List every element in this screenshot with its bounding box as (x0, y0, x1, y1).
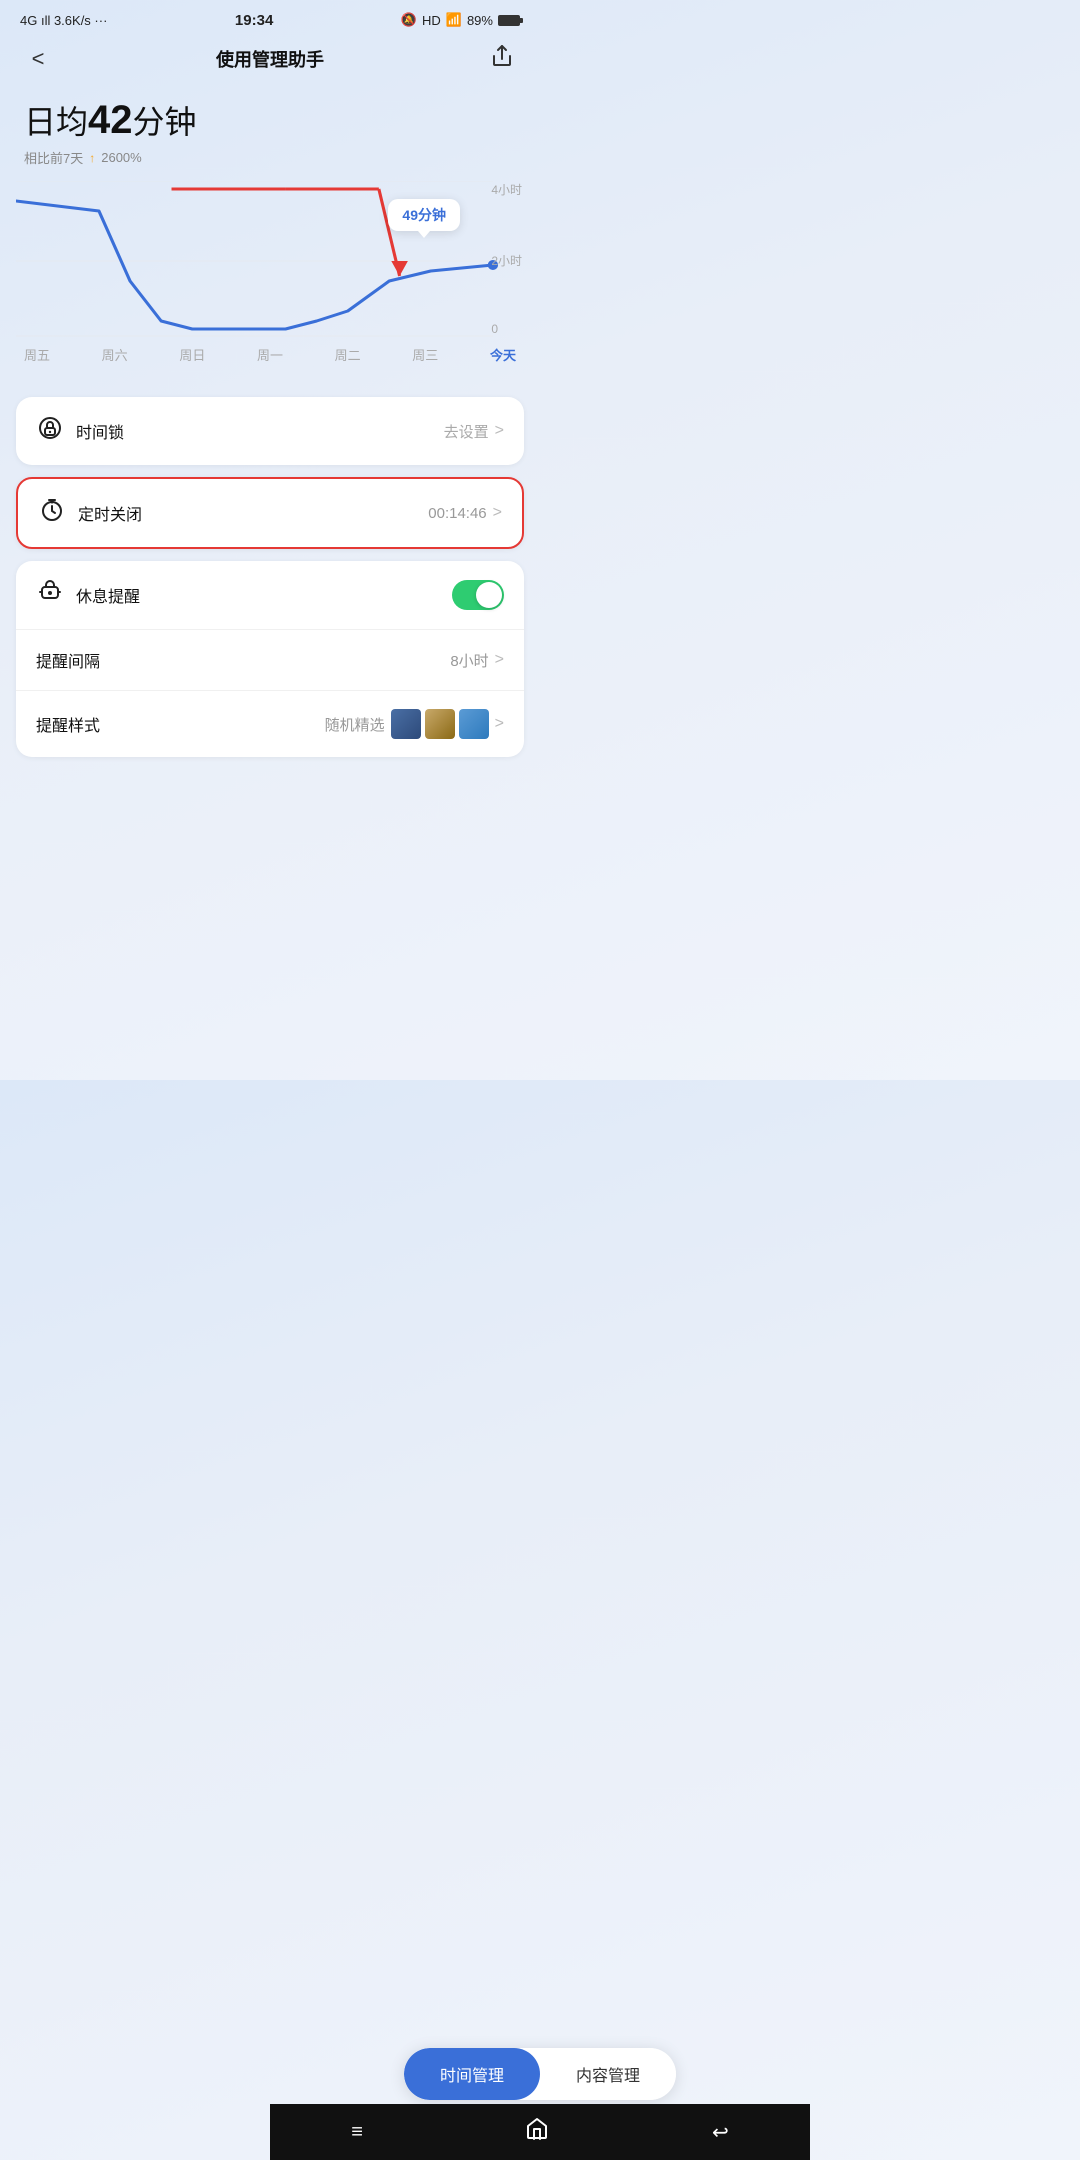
timer-close-icon (38, 497, 66, 529)
share-button[interactable] (484, 44, 520, 74)
timer-close-right: 00:14:46 > (428, 504, 502, 522)
timer-close-chevron: > (493, 504, 502, 522)
bottom-tab-bar: 时间管理 内容管理 (404, 2048, 676, 2100)
x-label-mon: 周一 (257, 345, 283, 364)
battery-icon (498, 15, 520, 26)
timer-close-label: 定时关闭 (78, 501, 142, 525)
chart-section: 4小时 2小时 0 49分钟 周五 周六 周日 周一 周二 周三 今天 (0, 181, 540, 381)
stats-sub: 相比前7天 ↑ 2600% (24, 148, 516, 167)
wifi-icon: 📶 (446, 12, 462, 28)
rest-reminder-left: 休息提醒 (36, 579, 140, 611)
x-label-fri: 周五 (24, 345, 50, 364)
thumb-3 (459, 709, 489, 739)
interval-value: 8小时 (450, 650, 488, 671)
percent-value: 2600% (101, 150, 141, 165)
chart-y-labels: 4小时 2小时 0 (491, 181, 522, 336)
nav-home-button[interactable] (525, 2117, 549, 2147)
nav-back-button[interactable]: ↩ (712, 2120, 729, 2145)
rest-reminder-card: 休息提醒 提醒间隔 8小时 > 提醒样式 随机精选 (16, 561, 524, 757)
interval-right: 8小时 > (450, 650, 504, 671)
stats-value: 42 (88, 98, 133, 142)
style-chevron: > (495, 715, 504, 733)
y-label-2h: 2小时 (491, 252, 522, 269)
rest-reminder-label: 休息提醒 (76, 583, 140, 607)
x-label-today: 今天 (490, 345, 516, 364)
status-left: 4G ıll 3.6K/s ··· (20, 13, 107, 28)
time-lock-row[interactable]: 时间锁 去设置 > (16, 397, 524, 465)
battery-text: 89% (467, 13, 493, 28)
hd-badge: HD (422, 13, 441, 28)
rest-reminder-row[interactable]: 休息提醒 (16, 561, 524, 629)
style-prefix: 随机精选 (325, 714, 385, 735)
rest-reminder-toggle[interactable] (452, 580, 504, 610)
interval-chevron: > (495, 651, 504, 669)
trend-arrow: ↑ (89, 151, 95, 165)
interval-left: 提醒间隔 (36, 648, 100, 672)
signal-text: 4G ıll 3.6K/s ··· (20, 13, 107, 28)
timer-close-row[interactable]: 定时关闭 00:14:46 > (18, 479, 522, 547)
y-label-4h: 4小时 (491, 181, 522, 198)
style-thumbnails (391, 709, 489, 739)
nav-bar: < 使用管理助手 (0, 36, 540, 86)
status-right: 🔕 HD 📶 89% (401, 12, 520, 28)
tab-time-management[interactable]: 时间管理 (404, 2048, 540, 2100)
timer-close-value: 00:14:46 (428, 505, 486, 522)
toggle-knob (476, 582, 502, 608)
rest-reminder-icon (36, 579, 64, 611)
x-label-sun: 周日 (179, 345, 205, 364)
system-nav-bar: ≡ ↩ (270, 2104, 810, 2160)
stats-main: 日均42分钟 (24, 96, 516, 144)
chart-tooltip: 49分钟 (388, 199, 460, 231)
alarm-icon: 🔕 (401, 12, 417, 28)
style-right: 随机精选 > (325, 709, 504, 739)
tab-content-management[interactable]: 内容管理 (540, 2048, 676, 2100)
timer-close-card[interactable]: 定时关闭 00:14:46 > (16, 477, 524, 549)
timer-close-left: 定时关闭 (38, 497, 142, 529)
status-bar: 4G ıll 3.6K/s ··· 19:34 🔕 HD 📶 89% (0, 0, 540, 36)
interval-label: 提醒间隔 (36, 648, 100, 672)
stats-suffix: 分钟 (133, 104, 197, 140)
y-label-0: 0 (491, 322, 522, 336)
comparison-label: 相比前7天 (24, 148, 83, 167)
time-lock-card: 时间锁 去设置 > (16, 397, 524, 465)
reminder-interval-row[interactable]: 提醒间隔 8小时 > (16, 629, 524, 690)
cards-section: 时间锁 去设置 > 定时关闭 (0, 381, 540, 769)
nav-menu-button[interactable]: ≡ (351, 2121, 363, 2144)
status-time: 19:34 (235, 12, 273, 29)
chart-x-labels: 周五 周六 周日 周一 周二 周三 今天 (16, 341, 524, 364)
stats-section: 日均42分钟 相比前7天 ↑ 2600% (0, 86, 540, 171)
x-label-tue: 周二 (335, 345, 361, 364)
style-left: 提醒样式 (36, 712, 100, 736)
x-label-sat: 周六 (102, 345, 128, 364)
stats-prefix: 日均 (24, 104, 88, 140)
time-lock-icon (36, 415, 64, 447)
time-lock-action: 去设置 (444, 421, 489, 442)
thumb-2 (425, 709, 455, 739)
style-label: 提醒样式 (36, 712, 100, 736)
reminder-style-row[interactable]: 提醒样式 随机精选 > (16, 690, 524, 757)
time-lock-left: 时间锁 (36, 415, 124, 447)
x-label-wed: 周三 (412, 345, 438, 364)
time-lock-label: 时间锁 (76, 419, 124, 443)
back-button[interactable]: < (20, 46, 56, 72)
thumb-1 (391, 709, 421, 739)
rest-reminder-toggle-container[interactable] (452, 580, 504, 610)
time-lock-right: 去设置 > (444, 421, 504, 442)
time-lock-chevron: > (495, 422, 504, 440)
page-title: 使用管理助手 (216, 46, 324, 72)
